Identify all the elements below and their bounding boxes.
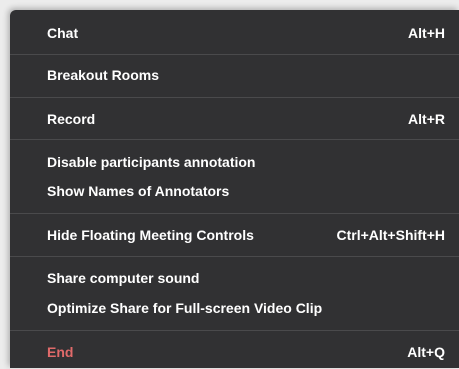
- context-menu: Chat Alt+H Breakout Rooms Record Alt+R D…: [10, 10, 459, 368]
- menu-separator: [10, 54, 459, 55]
- menu-item-chat[interactable]: Chat Alt+H: [10, 16, 459, 50]
- menu-item-label: Disable participants annotation: [47, 154, 256, 170]
- menu-item-hide-floating-meeting-controls[interactable]: Hide Floating Meeting Controls Ctrl+Alt+…: [10, 218, 459, 252]
- menu-item-share-computer-sound[interactable]: Share computer sound: [10, 261, 459, 295]
- menu-separator: [10, 139, 459, 140]
- menu-item-record[interactable]: Record Alt+R: [10, 102, 459, 136]
- menu-separator: [10, 97, 459, 98]
- menu-item-shortcut: Ctrl+Alt+Shift+H: [336, 227, 445, 243]
- menu-item-end[interactable]: End Alt+Q: [10, 335, 459, 369]
- menu-separator: [10, 213, 459, 214]
- menu-separator: [10, 256, 459, 257]
- menu-item-optimize-share-video[interactable]: Optimize Share for Full-screen Video Cli…: [10, 291, 459, 325]
- menu-item-label: Chat: [47, 25, 79, 41]
- menu-item-label: Show Names of Annotators: [47, 183, 230, 199]
- menu-item-shortcut: Alt+R: [408, 111, 445, 127]
- menu-item-shortcut: Alt+H: [408, 25, 445, 41]
- menu-item-shortcut: Alt+Q: [407, 344, 445, 360]
- menu-item-label: End: [47, 344, 74, 360]
- menu-separator: [10, 330, 459, 331]
- menu-item-label: Hide Floating Meeting Controls: [47, 227, 254, 243]
- menu-item-show-names-of-annotators[interactable]: Show Names of Annotators: [10, 174, 459, 208]
- menu-item-breakout-rooms[interactable]: Breakout Rooms: [10, 58, 459, 92]
- menu-item-label: Optimize Share for Full-screen Video Cli…: [47, 300, 323, 316]
- menu-item-label: Share computer sound: [47, 270, 200, 286]
- menu-item-label: Record: [47, 111, 96, 127]
- menu-item-label: Breakout Rooms: [47, 67, 160, 83]
